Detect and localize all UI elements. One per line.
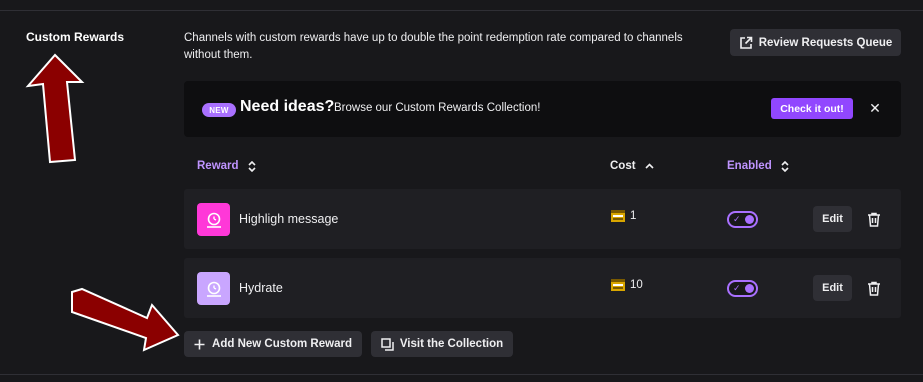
edit-button[interactable]: Edit (813, 206, 852, 232)
check-it-out-button[interactable]: Check it out! (771, 98, 853, 119)
sort-icon (247, 160, 256, 172)
column-header-enabled[interactable]: Enabled (727, 160, 789, 172)
channel-points-icon (611, 279, 625, 291)
enabled-toggle[interactable]: ✓ (727, 211, 758, 228)
table-row: Hydrate 10 ✓ Edit (184, 258, 901, 318)
ideas-banner: NEW Need ideas? Browse our Custom Reward… (184, 81, 901, 137)
review-requests-queue-button[interactable]: Review Requests Queue (730, 29, 901, 56)
add-new-custom-reward-button[interactable]: Add New Custom Reward (184, 331, 362, 357)
reward-icon (197, 272, 230, 305)
column-header-cost[interactable]: Cost (610, 160, 654, 172)
check-icon: ✓ (733, 283, 741, 293)
reward-cost: 10 (610, 278, 643, 292)
section-title: Custom Rewards (26, 30, 125, 44)
visit-collection-button[interactable]: Visit the Collection (371, 331, 513, 357)
column-header-reward[interactable]: Reward (197, 160, 256, 172)
review-requests-queue-label: Review Requests Queue (758, 36, 893, 49)
reward-cost-value: 10 (630, 279, 643, 291)
reward-name: Highligh message (239, 212, 339, 226)
table-row: Highligh message 1 ✓ Edit (184, 189, 901, 249)
sort-icon (781, 160, 789, 172)
reward-emblem-icon (206, 281, 221, 297)
column-reward-label: Reward (197, 160, 239, 172)
reward-icon (197, 203, 230, 236)
edit-button[interactable]: Edit (813, 275, 852, 301)
up-arrow-annotation (25, 53, 85, 164)
check-icon: ✓ (733, 214, 741, 224)
add-new-custom-reward-label: Add New Custom Reward (212, 338, 352, 350)
new-badge: NEW (202, 103, 236, 117)
copy-icon (381, 337, 394, 351)
bottom-divider (0, 374, 923, 375)
reward-emblem-icon (206, 212, 221, 228)
plus-icon (194, 339, 205, 349)
reward-cost-value: 1 (630, 210, 637, 222)
visit-collection-label: Visit the Collection (399, 338, 504, 350)
section-description: Channels with custom rewards have up to … (184, 32, 683, 61)
column-enabled-label: Enabled (727, 160, 772, 172)
top-divider (0, 10, 923, 11)
trash-icon[interactable] (864, 277, 884, 299)
banner-text: Browse our Custom Rewards Collection! (334, 102, 541, 114)
banner-heading: Need ideas? (240, 98, 335, 115)
channel-points-icon (611, 210, 625, 222)
reward-name: Hydrate (239, 281, 283, 295)
sort-ascending-icon (644, 162, 654, 169)
enabled-toggle[interactable]: ✓ (727, 280, 758, 297)
trash-icon[interactable] (864, 208, 884, 230)
column-cost-label: Cost (610, 160, 636, 172)
external-link-icon (739, 36, 753, 49)
toggle-knob (745, 215, 754, 224)
close-icon[interactable]: ✕ (865, 98, 885, 118)
right-arrow-annotation (71, 287, 180, 352)
reward-cost: 1 (610, 209, 636, 223)
toggle-knob (745, 284, 754, 293)
